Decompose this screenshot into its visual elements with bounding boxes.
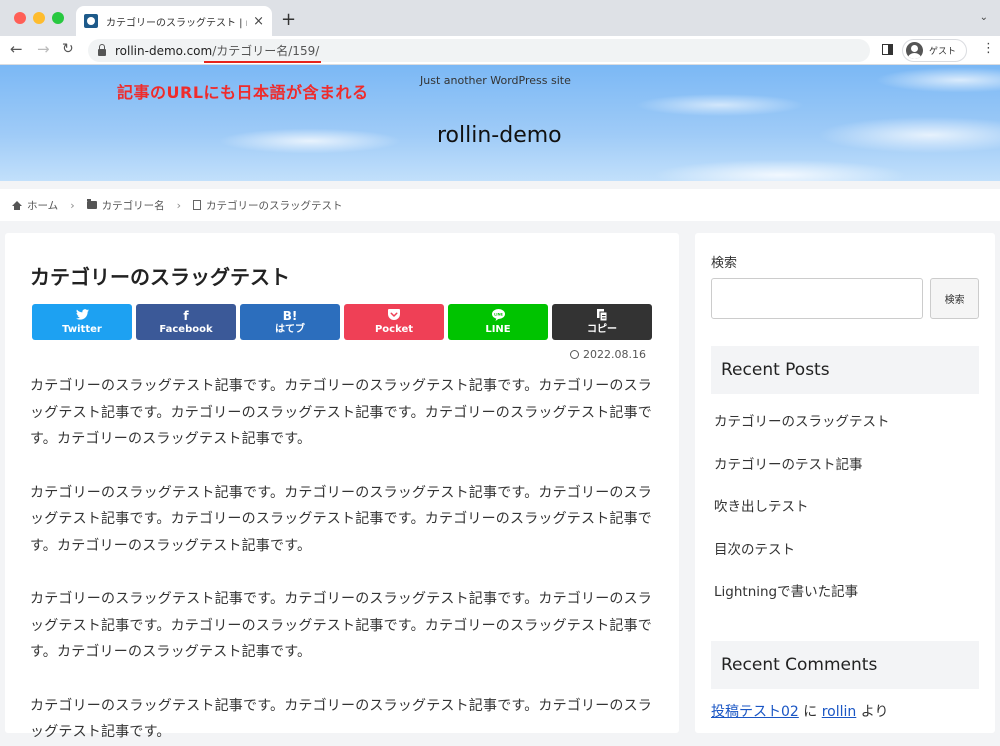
lock-icon[interactable]: [98, 43, 106, 56]
site-tagline: Just another WordPress site: [420, 74, 571, 87]
share-line-button[interactable]: LINE LINE: [448, 304, 548, 340]
folder-icon: [86, 199, 97, 209]
recent-post-link[interactable]: 目次のテスト: [711, 537, 979, 580]
share-pocket-button[interactable]: Pocket: [344, 304, 444, 340]
article-title: カテゴリーのスラッグテスト: [30, 265, 290, 289]
breadcrumb-home-label: ホーム: [27, 199, 59, 212]
url-highlight-underline: [204, 61, 322, 63]
browser-tabstrip: カテゴリーのスラッグテスト | rolli × + ⌄: [0, 0, 1000, 36]
recent-posts-list: カテゴリーのスラッグテスト カテゴリーのテスト記事 吹き出しテスト 目次のテスト…: [711, 409, 979, 622]
tab-search-chevron-icon[interactable]: ⌄: [980, 12, 988, 23]
side-panel-icon[interactable]: [882, 44, 893, 55]
breadcrumb-home[interactable]: ホーム: [12, 198, 58, 213]
url-domain: rollin-demo.com: [115, 44, 213, 58]
reload-button[interactable]: ↻: [62, 41, 74, 57]
annotation-text: 記事のURLにも日本語が含まれる: [117, 83, 369, 102]
recent-post-link[interactable]: Lightningで書いた記事: [711, 579, 979, 622]
article-paragraph: カテゴリーのスラッグテスト記事です。カテゴリーのスラッグテスト記事です。カテゴリ…: [30, 378, 652, 447]
breadcrumb: ホーム › カテゴリー名 › カテゴリーのスラッグテスト: [0, 189, 1000, 221]
article-paragraph: カテゴリーのスラッグテスト記事です。カテゴリーのスラッグテスト記事です。カテゴリ…: [30, 591, 652, 660]
facebook-icon: f: [183, 308, 189, 323]
recent-post-link[interactable]: カテゴリーのスラッグテスト: [711, 409, 979, 452]
comment-suffix: より: [860, 703, 889, 720]
profile-button[interactable]: ゲスト: [902, 39, 967, 62]
pocket-icon: [388, 308, 400, 323]
search-button[interactable]: 検索: [930, 278, 979, 319]
svg-text:LINE: LINE: [494, 312, 503, 316]
search-input[interactable]: [711, 278, 924, 319]
forward-button[interactable]: →: [37, 40, 50, 58]
share-twitter-button[interactable]: Twitter: [32, 304, 132, 340]
share-copy-button[interactable]: コピー: [552, 304, 652, 340]
avatar-icon: [906, 42, 923, 59]
share-label: Pocket: [374, 323, 414, 335]
post-date: 2022.08.16: [30, 348, 646, 361]
search-form: 検索: [711, 278, 979, 319]
copy-icon: [596, 308, 608, 323]
share-label: コピー: [587, 323, 617, 335]
share-label: Twitter: [62, 323, 102, 335]
share-hatena-button[interactable]: B! はてブ: [240, 304, 340, 340]
sidebar: 検索 検索 Recent Posts カテゴリーのスラッグテスト カテゴリーのテ…: [695, 233, 995, 733]
home-icon: [12, 200, 22, 210]
recent-post-link[interactable]: 吹き出しテスト: [711, 494, 979, 537]
comment-connector: に: [803, 703, 818, 720]
search-label: 検索: [711, 256, 738, 271]
window-zoom-button[interactable]: [52, 12, 64, 24]
article-paragraph: カテゴリーのスラッグテスト記事です。カテゴリーのスラッグテスト記事です。カテゴリ…: [30, 484, 652, 554]
post-date-text: 2022.08.16: [583, 348, 646, 361]
hatena-bookmark-icon: B!: [282, 308, 298, 323]
article-body: カテゴリーのスラッグテスト記事です。カテゴリーのスラッグテスト記事です。カテゴリ…: [30, 373, 654, 746]
site-header: 記事のURLにも日本語が含まれる Just another WordPress …: [0, 65, 1000, 181]
line-icon: LINE: [491, 308, 505, 323]
comment-author-link[interactable]: rollin: [822, 704, 857, 720]
breadcrumb-category[interactable]: カテゴリー名: [86, 198, 165, 213]
tab-close-icon[interactable]: ×: [253, 14, 264, 29]
share-label: LINE: [485, 323, 511, 335]
recent-post-link[interactable]: カテゴリーのテスト記事: [711, 452, 979, 495]
share-label: はてブ: [275, 323, 305, 335]
recent-posts-title: Recent Posts: [711, 346, 979, 394]
recent-comments-title: Recent Comments: [711, 640, 979, 689]
breadcrumb-current: カテゴリーのスラッグテスト: [193, 198, 343, 213]
breadcrumb-current-label: カテゴリーのスラッグテスト: [206, 199, 343, 212]
breadcrumb-separator: ›: [70, 198, 75, 212]
share-buttons: Twitter f Facebook B! はてブ Pocket LINE LI…: [32, 304, 654, 340]
site-favicon-icon: [84, 14, 98, 28]
share-label: Facebook: [159, 323, 213, 335]
comment-post-link[interactable]: 投稿テスト02: [711, 704, 799, 720]
tab-title: カテゴリーのスラッグテスト | rolli: [106, 17, 247, 29]
url-path-text: /カテゴリー名/159/: [212, 44, 320, 58]
site-title[interactable]: rollin-demo: [437, 123, 562, 148]
clock-icon: [570, 350, 580, 359]
back-button[interactable]: ←: [10, 40, 23, 58]
window-minimize-button[interactable]: [33, 12, 45, 24]
recent-comment-item: 投稿テスト02 に rollin より: [711, 701, 979, 721]
window-close-button[interactable]: [14, 12, 26, 24]
share-facebook-button[interactable]: f Facebook: [136, 304, 236, 340]
document-icon: [193, 200, 201, 210]
browser-tab-active[interactable]: カテゴリーのスラッグテスト | rolli ×: [76, 6, 272, 36]
article-paragraph: カテゴリーのスラッグテスト記事です。カテゴリーのスラッグテスト記事です。カテゴリ…: [30, 697, 652, 741]
browser-toolbar: ← → ↻ rollin-demo.com/カテゴリー名/159/ ゲスト ⋮: [0, 36, 1000, 65]
breadcrumb-separator: ›: [176, 198, 181, 212]
article-main: カテゴリーのスラッグテスト Twitter f Facebook B! はてブ …: [5, 233, 679, 740]
url-text[interactable]: rollin-demo.com/カテゴリー名/159/: [115, 42, 322, 63]
browser-menu-icon[interactable]: ⋮: [982, 42, 995, 55]
new-tab-button[interactable]: +: [281, 9, 296, 30]
breadcrumb-category-label: カテゴリー名: [101, 199, 165, 212]
address-bar[interactable]: rollin-demo.com/カテゴリー名/159/: [88, 39, 870, 63]
url-path: /カテゴリー名/159/: [204, 44, 322, 63]
twitter-bird-icon: [75, 308, 89, 323]
profile-label: ゲスト: [929, 47, 957, 57]
